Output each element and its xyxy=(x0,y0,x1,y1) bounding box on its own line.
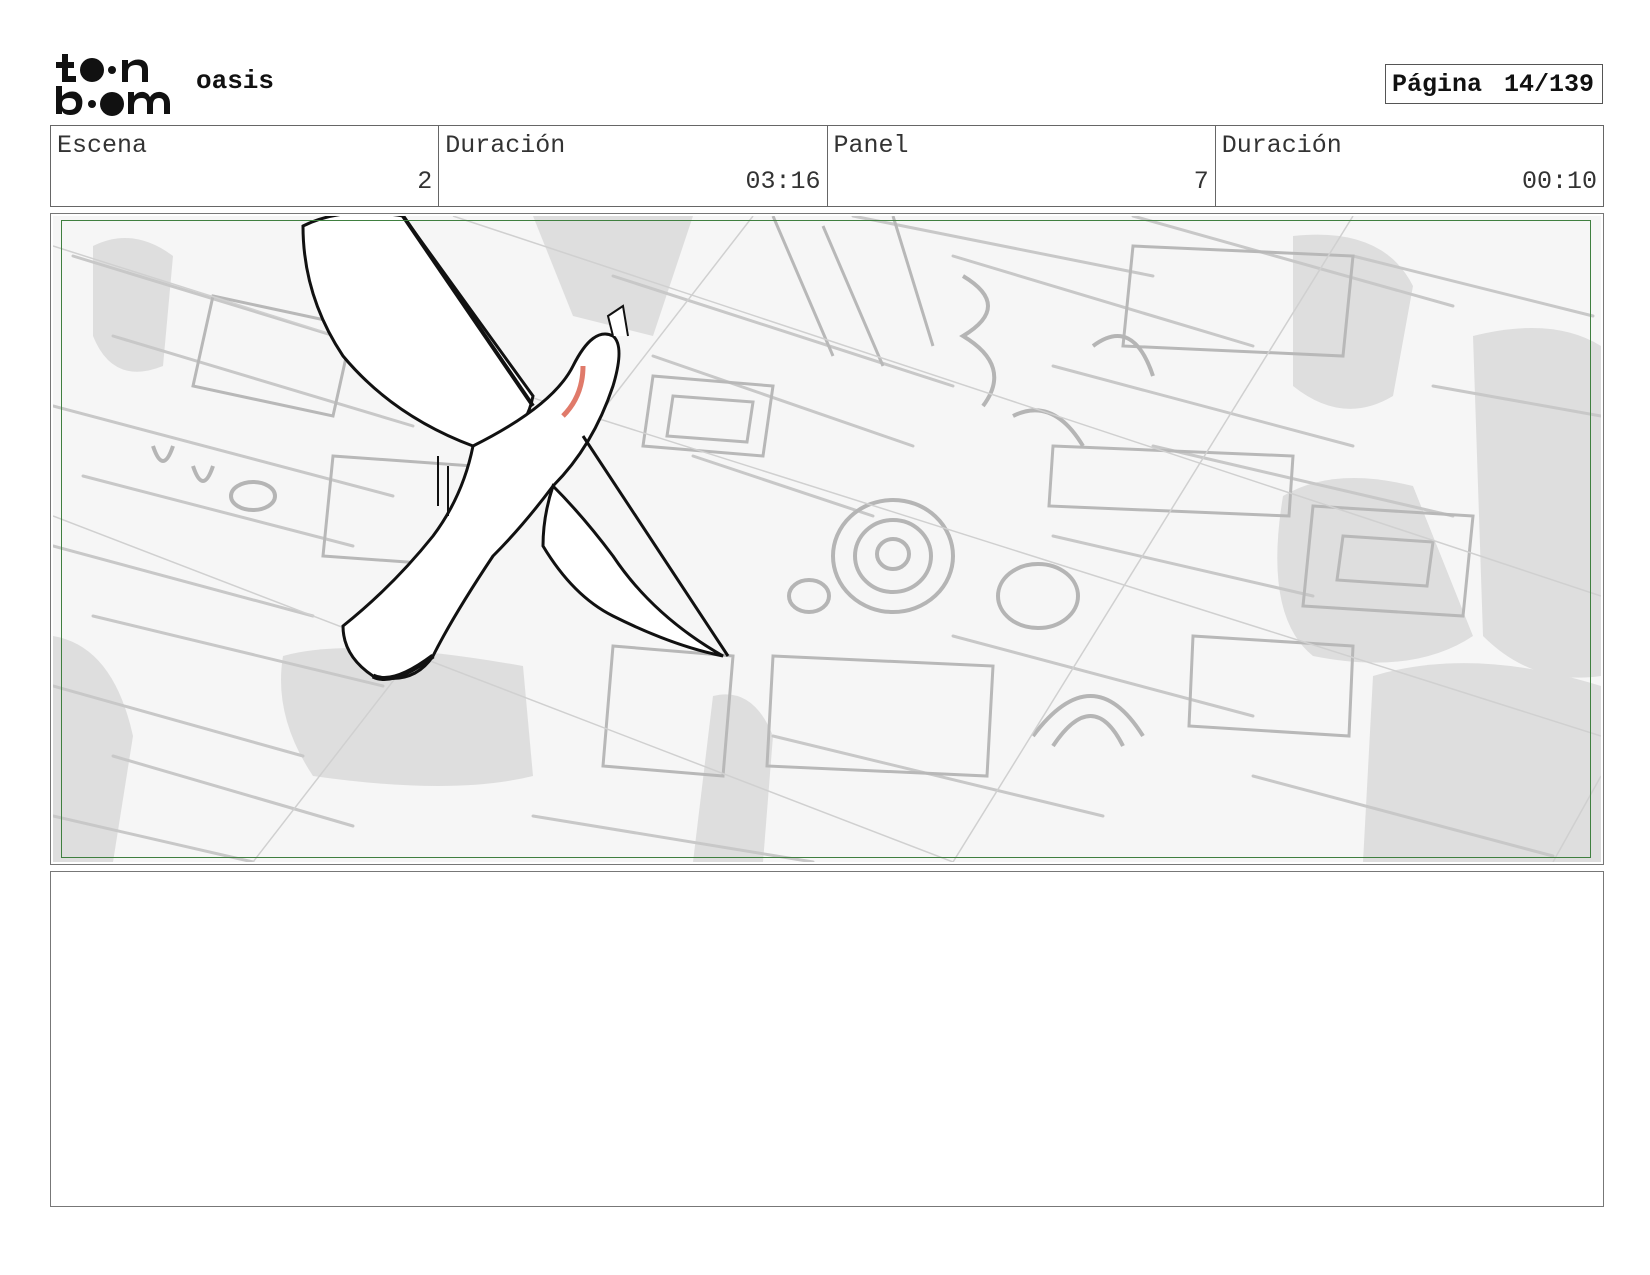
panel-duration-value: 00:10 xyxy=(1521,167,1597,196)
project-name: oasis xyxy=(196,66,275,96)
storyboard-panel[interactable] xyxy=(50,213,1604,865)
page-value: 14/139 xyxy=(1504,69,1595,99)
scene-duration-cell: Duración 03:16 xyxy=(439,126,828,206)
scene-cell: Escena 2 xyxy=(51,126,440,206)
page-label: Página xyxy=(1392,69,1483,99)
page-indicator: Página 14/139 xyxy=(1385,64,1603,104)
scene-value: 2 xyxy=(417,167,433,196)
panel-cell: Panel 7 xyxy=(828,126,1216,206)
toon-boom-logo xyxy=(54,52,172,116)
panel-value: 7 xyxy=(1193,167,1209,196)
panel-label: Panel xyxy=(833,131,909,160)
scene-duration-label: Duración xyxy=(445,131,566,160)
scene-duration-value: 03:16 xyxy=(745,167,821,196)
scene-label: Escena xyxy=(57,131,148,160)
camera-safe-frame xyxy=(61,220,1591,858)
panel-duration-cell: Duración 00:10 xyxy=(1216,126,1603,206)
panel-notes-box[interactable] xyxy=(50,871,1604,1207)
panel-duration-label: Duración xyxy=(1221,131,1342,160)
panel-info-table: Escena 2 Duración 03:16 Panel 7 Duración… xyxy=(50,125,1604,207)
